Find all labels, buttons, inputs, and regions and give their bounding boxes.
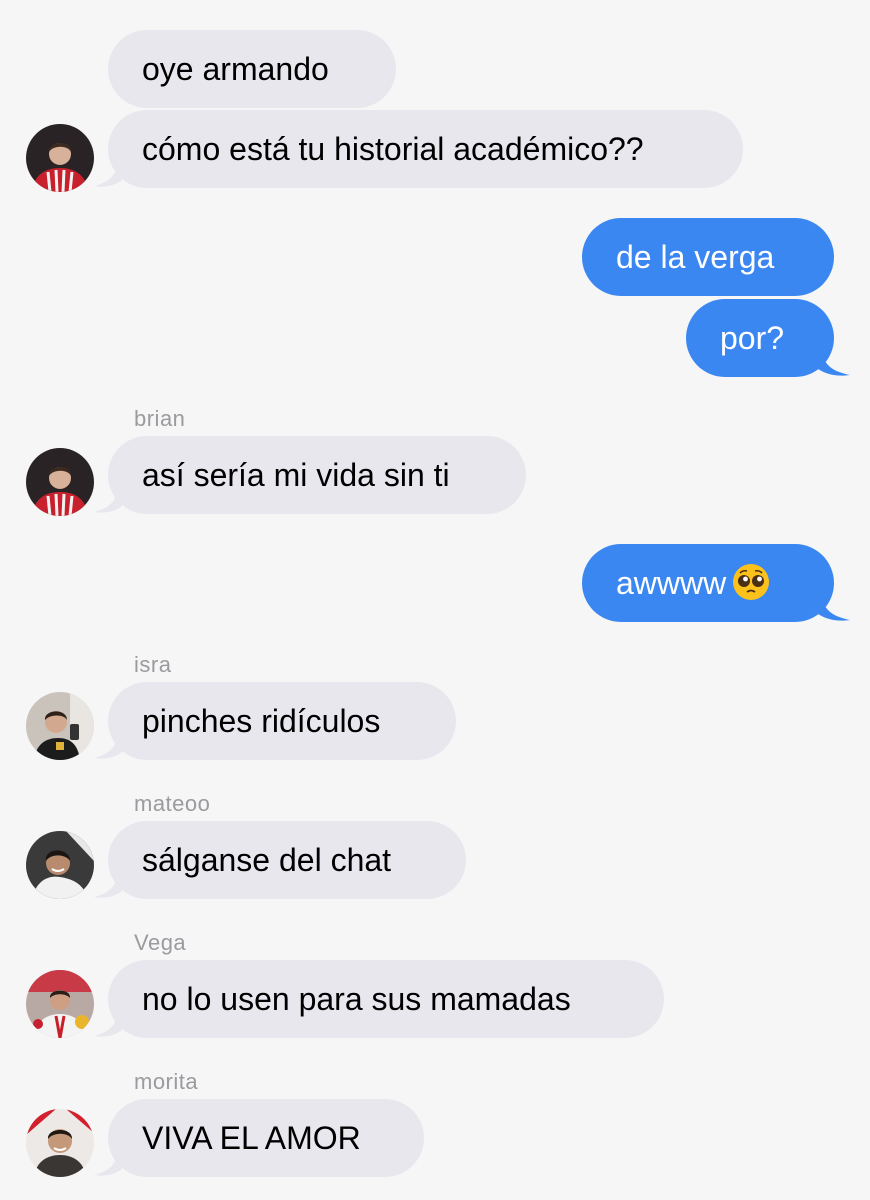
sender-name: morita	[134, 1069, 199, 1094]
sender-name: isra	[134, 652, 172, 677]
bubble-tail	[94, 869, 122, 898]
avatar[interactable]	[26, 448, 94, 516]
message-bubble-sent[interactable]: por?	[686, 299, 834, 377]
sender-name: Vega	[134, 930, 187, 955]
bubble-tail	[94, 730, 122, 759]
message-bubble-sent[interactable]: awwww	[582, 544, 834, 622]
avatar[interactable]	[26, 831, 94, 899]
bubble-tail	[94, 1147, 122, 1176]
message-bubble-received[interactable]: cómo está tu historial académico??	[108, 110, 743, 188]
avatar[interactable]	[26, 970, 94, 1038]
avatar[interactable]	[26, 124, 94, 192]
message-bubble-received[interactable]: pinches ridículos	[108, 682, 456, 760]
message-text: awwww	[616, 565, 727, 601]
message-bubble-sent[interactable]: de la verga	[582, 218, 834, 296]
message-bubble-received[interactable]: no lo usen para sus mamadas	[108, 960, 664, 1038]
pleading-face-emoji	[733, 564, 770, 600]
message-bubble-received[interactable]: oye armando	[108, 30, 396, 108]
message-bubble-received[interactable]: así sería mi vida sin ti	[108, 436, 526, 514]
avatar[interactable]	[26, 1109, 94, 1177]
bubble-tail	[818, 347, 850, 376]
bubble-tail	[94, 158, 122, 187]
sender-name: mateoo	[134, 791, 211, 816]
avatar[interactable]	[26, 692, 94, 760]
bubble-tail	[94, 1008, 122, 1037]
bubble-tail	[94, 484, 122, 513]
sender-name: brian	[134, 406, 186, 431]
message-bubble-received[interactable]: sálganse del chat	[108, 821, 466, 899]
bubble-tail	[818, 592, 850, 621]
message-bubble-received[interactable]: VIVA EL AMOR	[108, 1099, 424, 1177]
